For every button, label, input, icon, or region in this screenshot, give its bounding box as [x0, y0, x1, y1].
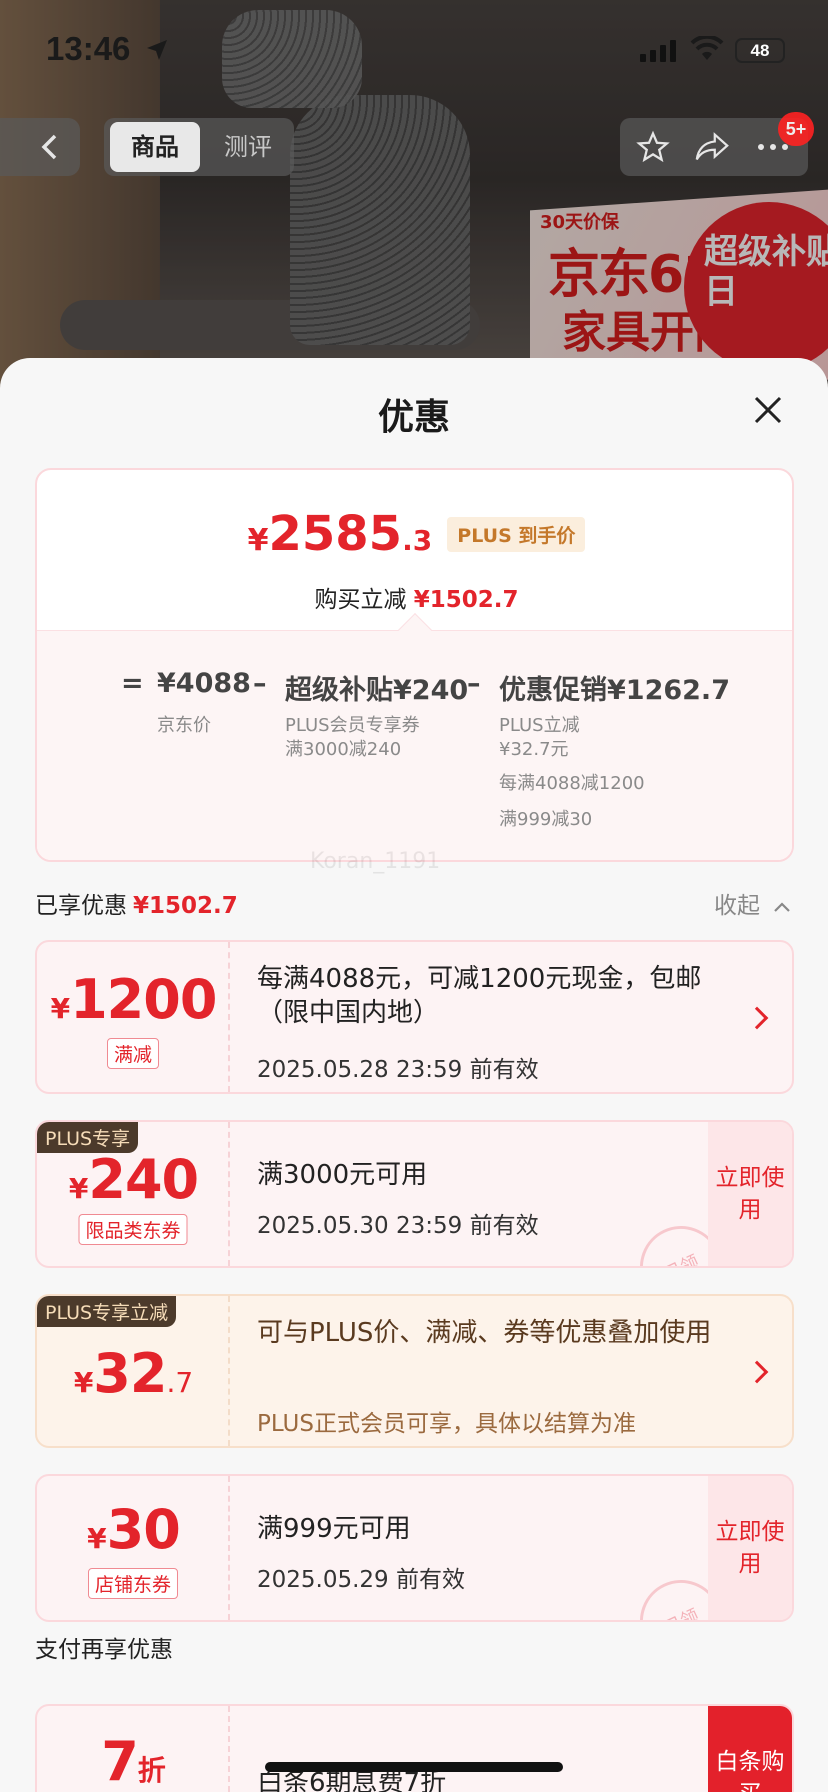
coupon-decimal: .7: [166, 1366, 194, 1399]
coupon-description: 可与PLUS价、满减、券等优惠叠加使用: [257, 1318, 712, 1348]
reduction-label: 购买立减: [314, 587, 407, 613]
watermark: Koran_1191: [310, 849, 441, 874]
coupon-amount: ¥32.7: [37, 1342, 230, 1405]
coupon-currency: ¥: [73, 1366, 94, 1399]
tab-review[interactable]: 测评: [208, 122, 288, 172]
wifi-icon: [690, 36, 724, 60]
promo-detail-1: PLUS立减: [499, 715, 580, 736]
use-now-button[interactable]: 立即使用: [708, 1122, 792, 1266]
coupon-description: 满3000元可用: [257, 1160, 428, 1190]
coupon-currency: ¥: [68, 1172, 89, 1205]
jd-price: ¥4088: [157, 668, 251, 699]
promo-detail-2: ¥32.7元: [499, 739, 569, 760]
subsidy-amount: 超级补贴¥240: [285, 675, 469, 706]
promo-detail-3: 每满4088减1200: [499, 773, 645, 794]
total-reduction: 购买立减 ¥1502.7: [37, 580, 792, 614]
baitiao-buy-button[interactable]: 白条购买: [708, 1706, 792, 1792]
status-bar: 13:46 48: [0, 30, 828, 74]
cellular-signal-icon: [640, 40, 676, 62]
collapse-label: 收起: [714, 893, 760, 919]
subsidy-detail-2: 满3000减240: [285, 739, 402, 760]
price-breakdown: [37, 630, 792, 860]
payment-discount-card: 7折 白条6期息费7折 白条购买: [35, 1704, 794, 1792]
coupon-amount: ¥1200: [37, 968, 230, 1031]
discount-rate: 7折: [37, 1730, 230, 1792]
price-integer: 2585: [268, 506, 403, 562]
coupon-card-plus: PLUS专享 ¥240 限品类东券 满3000元可用 2025.05.30 23…: [35, 1120, 794, 1268]
sheet-title: 优惠: [377, 397, 450, 438]
coupon-validity: 2025.05.29 前有效: [257, 1567, 465, 1593]
plus-price-tag: PLUS 到手价: [447, 517, 586, 552]
jd-price-label: 京东价: [157, 715, 211, 736]
back-button[interactable]: [0, 118, 80, 176]
coupon-card-full-reduction[interactable]: ¥1200 满减 每满4088元，可减1200元现金，包邮（限中国内地） 202…: [35, 940, 794, 1094]
price-currency: ¥: [247, 523, 269, 558]
minus-sign: –: [253, 668, 267, 699]
discount-unit: 折: [137, 1754, 166, 1787]
coupon-value: 32: [93, 1342, 167, 1405]
enjoyed-amount: ¥1502.7: [133, 893, 238, 919]
chevron-right-icon: [745, 1006, 769, 1030]
coupon-card-plus-reduction[interactable]: PLUS专享立减 ¥32.7 可与PLUS价、满减、券等优惠叠加使用 PLUS正…: [35, 1294, 794, 1448]
battery-icon: 48: [735, 38, 785, 63]
back-icon: [41, 134, 57, 160]
coupon-currency: ¥: [87, 1522, 107, 1555]
status-time: 13:46: [46, 30, 131, 67]
coupon-description: 满999元可用: [257, 1514, 411, 1544]
enjoyed-discount: 已享优惠 ¥1502.7: [35, 886, 238, 920]
coupon-value: 1200: [70, 968, 217, 1031]
collapse-button[interactable]: 收起: [714, 886, 791, 920]
home-indicator[interactable]: [265, 1762, 563, 1772]
coupon-card-store: ¥30 店铺东券 满999元可用 2025.05.29 前有效 已领 立即使用: [35, 1474, 794, 1622]
coupon-value: 240: [88, 1148, 199, 1211]
tab-product[interactable]: 商品: [110, 122, 200, 172]
coupon-type-tag: 限品类东券: [78, 1214, 188, 1245]
final-price: ¥2585.3 PLUS 到手价: [37, 506, 792, 562]
payment-discount-title: 支付再享优惠: [35, 1637, 173, 1663]
coupon-amount: ¥240: [37, 1148, 230, 1211]
promo-detail-4: 满999减30: [499, 809, 593, 830]
coupon-currency: ¥: [50, 992, 71, 1025]
subsidy-detail-1: PLUS会员专享券: [285, 715, 420, 736]
reduction-amount: ¥1502.7: [413, 587, 519, 613]
coupon-type-tag: 满减: [106, 1038, 160, 1069]
coupon-note: PLUS正式会员可享，具体以结算为准: [257, 1411, 636, 1437]
plus-reduction-badge: PLUS专享立减: [37, 1296, 177, 1327]
minus-sign: –: [467, 668, 481, 699]
location-arrow-icon: [147, 40, 167, 60]
promo-amount: 优惠促销¥1262.7: [499, 675, 730, 706]
notification-badge: 5+: [778, 112, 814, 146]
chevron-right-icon: [745, 1360, 769, 1384]
price-decimal: .3: [402, 524, 433, 557]
coupon-description: 每满4088元，可减1200元现金，包邮（限中国内地）: [257, 964, 702, 1028]
coupon-validity: 2025.05.28 23:59 前有效: [257, 1057, 539, 1083]
close-icon[interactable]: [750, 392, 786, 428]
star-icon[interactable]: [636, 130, 670, 164]
share-icon[interactable]: [694, 130, 730, 164]
coupon-amount: ¥30: [37, 1498, 230, 1561]
discount-value: 7: [101, 1730, 139, 1792]
coupon-validity: 2025.05.30 23:59 前有效: [257, 1213, 539, 1239]
chevron-up-icon: [774, 902, 791, 912]
more-icon[interactable]: [756, 142, 790, 152]
discount-sheet: 优惠 ¥2585.3 PLUS 到手价 购买立减 ¥1502.7 = ¥4088…: [0, 358, 828, 1792]
coupon-value: 30: [106, 1498, 181, 1561]
price-summary: ¥2585.3 PLUS 到手价 购买立减 ¥1502.7 = ¥4088 京东…: [35, 468, 794, 862]
coupon-type-tag: 店铺东券: [87, 1568, 179, 1599]
use-now-button[interactable]: 立即使用: [708, 1476, 792, 1620]
enjoyed-label: 已享优惠: [35, 893, 127, 919]
equals-sign: =: [121, 668, 144, 699]
